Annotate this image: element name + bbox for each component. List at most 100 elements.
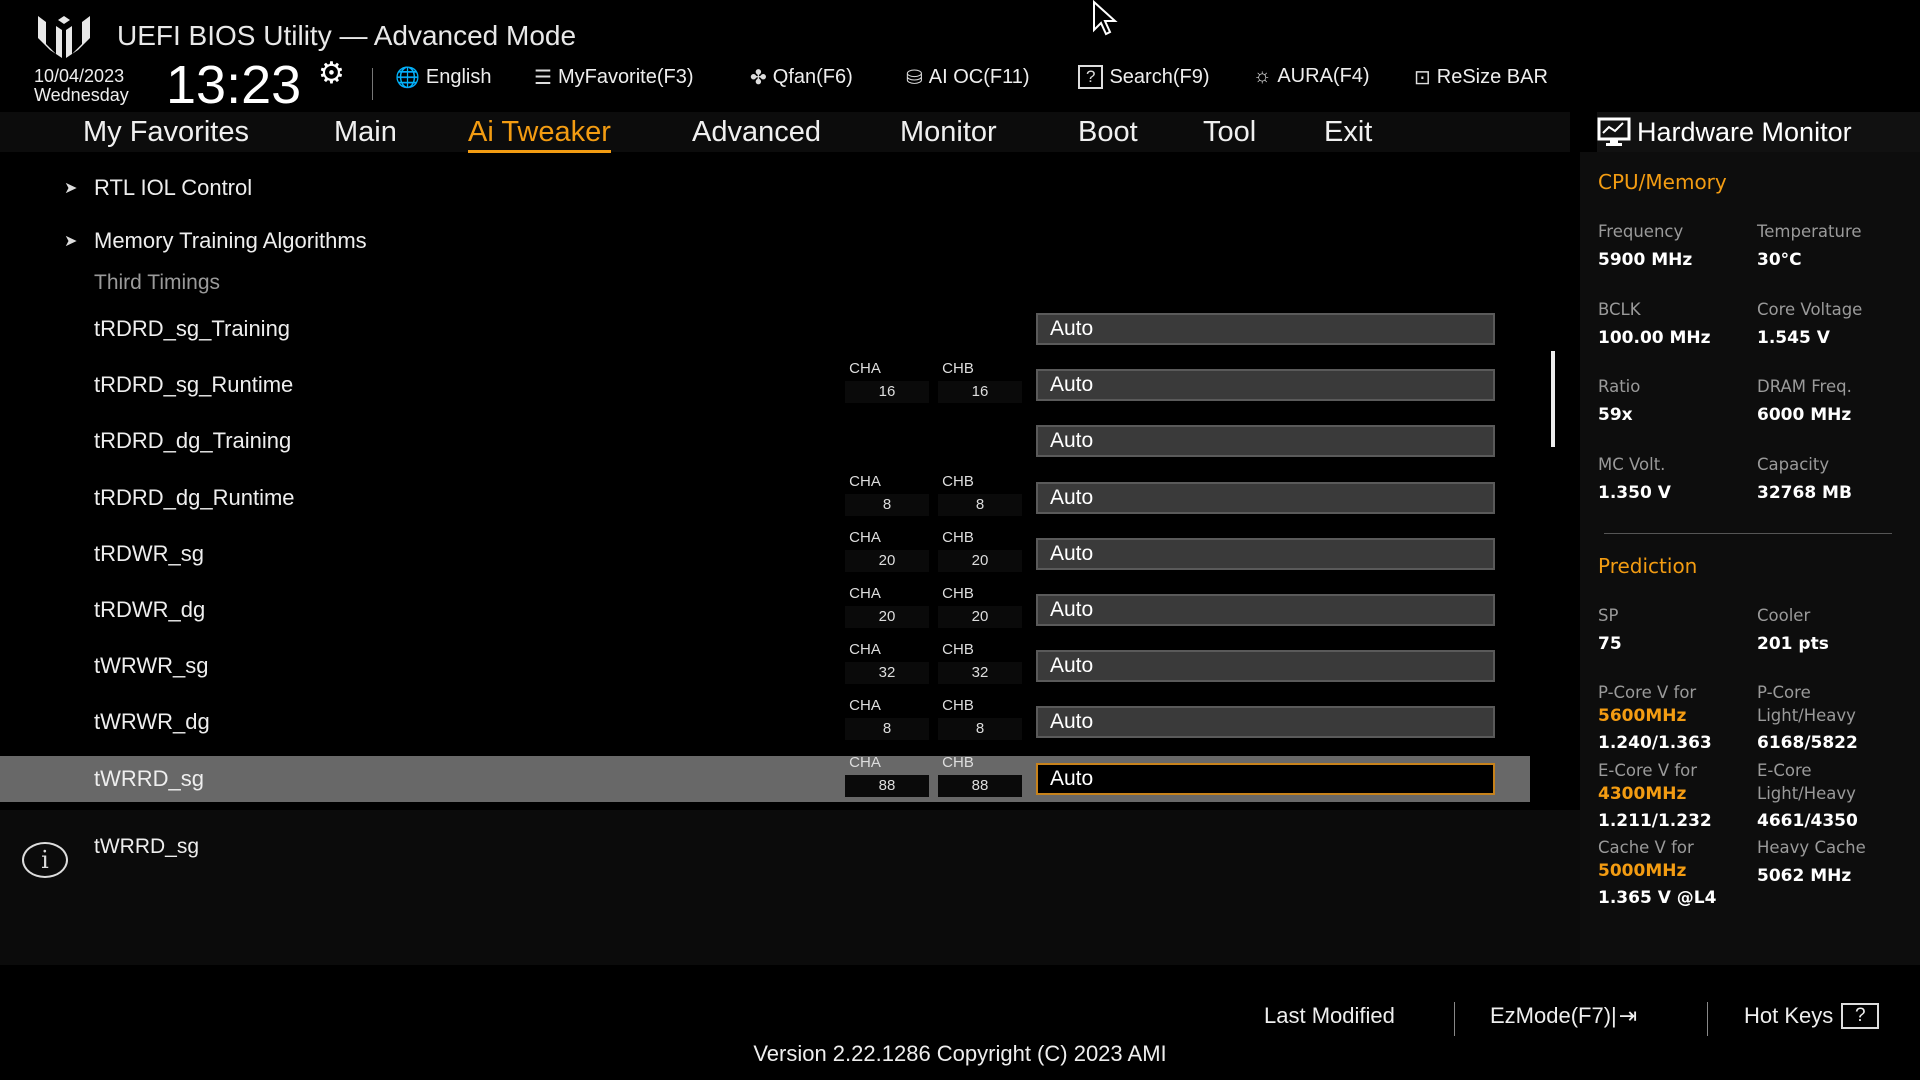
hw-label: Cooler [1757,606,1811,625]
setting-dropdown[interactable]: Auto [1036,313,1495,345]
cha-label: CHA [849,641,881,659]
hw-label: Cache V for [1598,838,1694,857]
toolbar-myfavorite-f3[interactable]: ☰ MyFavorite(F3) [534,65,694,90]
question-icon: ? [1841,1003,1880,1029]
gear-icon[interactable]: ⚙ [318,56,345,91]
tab-boot[interactable]: Boot [1078,116,1138,149]
cha-label: CHA [849,360,881,378]
chb-label: CHB [942,528,974,546]
clock: 13:23 [166,55,302,115]
setting-row[interactable]: tRDRD_sg_Training Auto [0,306,1530,352]
setting-dropdown[interactable]: Auto [1036,762,1495,795]
toolbar-search-f9[interactable]: ? Search(F9) [1078,65,1210,89]
version-text: Version 2.22.1286 Copyright (C) 2023 AMI [753,1041,1167,1066]
hw-label: Temperature [1757,222,1862,241]
cha-label: CHA [849,753,881,771]
setting-row[interactable]: tRDRD_dg_Training Auto [0,418,1530,464]
setting-row[interactable]: tWRWR_sg CHA CHB 32 32 Auto [0,641,1530,689]
hw-label: BCLK [1598,299,1641,319]
hw-value: 59x [1598,405,1633,425]
divider [1604,533,1892,534]
toolbar-ai-oc-f11[interactable]: ⛁ AI OC(F11) [906,65,1030,90]
chb-label: CHB [942,641,974,659]
globe-icon: 🌐 [395,67,420,89]
setting-row[interactable]: tRDRD_dg_Runtime CHA CHB 8 8 Auto [0,473,1530,521]
prediction-title: Prediction [1598,554,1698,578]
hw-label: E-Core [1757,761,1812,780]
chevron-right-icon: ➤ [64,180,78,197]
hotkeys-button[interactable]: Hot Keys? [1744,1003,1880,1029]
cpu-memory-title: CPU/Memory [1598,170,1727,194]
tab-monitor[interactable]: Monitor [900,116,997,149]
tab-ai-tweaker[interactable]: Ai Tweaker [468,116,611,153]
tab-exit[interactable]: Exit [1324,116,1372,149]
hw-value: 5062 MHz [1757,866,1852,886]
cha-label: CHA [849,585,881,602]
tab-tool[interactable]: Tool [1203,116,1256,149]
chevron-right-icon: ➤ [64,233,78,250]
chb-value: 20 [938,606,1022,628]
chb-label: CHB [942,360,974,378]
hw-label: Ratio [1598,377,1641,396]
setting-label: tRDWR_sg [94,540,205,566]
submenu-memory-training-algorithms[interactable]: Memory Training Algorithms [94,228,367,254]
hotkeys-label: Hot Keys [1744,1003,1834,1028]
setting-dropdown[interactable]: Auto [1036,425,1495,458]
ai-chip-icon: ⛁ [906,67,923,89]
hw-label: MC Volt. [1598,454,1666,474]
chb-value: 16 [938,381,1022,404]
cha-label: CHA [849,528,881,546]
hw-label: Heavy Cache [1757,838,1866,857]
search-help-icon: ? [1078,65,1104,89]
chb-label: CHB [942,753,974,771]
hw-label: P-Core V for [1598,683,1697,702]
setting-label: tWRWR_sg [94,653,209,679]
hw-value: 6000 MHz [1757,405,1852,425]
hw-label: Light/Heavy [1757,784,1856,803]
last-modified-button[interactable]: Last Modified [1264,1003,1395,1029]
setting-dropdown[interactable]: Auto [1036,481,1495,514]
hw-value: 100.00 MHz [1598,327,1711,348]
setting-dropdown[interactable]: Auto [1036,594,1495,626]
setting-label: tWRRD_sg [94,765,205,791]
scrollbar[interactable] [1551,351,1555,447]
toolbar-english[interactable]: 🌐 English [395,65,492,90]
setting-label: tRDRD_sg_Training [94,316,291,341]
setting-row[interactable]: tWRWR_dg CHA CHB 8 8 Auto [0,697,1530,745]
setting-dropdown[interactable]: Auto [1036,650,1495,683]
setting-dropdown[interactable]: Auto [1036,369,1495,402]
setting-row[interactable]: tRDRD_sg_Runtime CHA CHB 16 16 Auto [0,360,1530,408]
toolbar-label: English [425,66,492,88]
setting-dropdown[interactable]: Auto [1036,537,1495,570]
hw-label: P-Core [1757,683,1811,702]
chb-label: CHB [942,697,974,715]
toolbar-resize-bar[interactable]: ⊡ ReSize BAR [1414,65,1548,90]
hw-freq: 5600MHz [1598,706,1687,726]
weekday: Wednesday [34,85,129,105]
favorite-list-icon: ☰ [534,67,552,89]
tab-main[interactable]: Main [334,116,397,149]
tab-my-favorites[interactable]: My Favorites [83,116,249,149]
hw-value: 1.365 V @L4 [1598,888,1717,908]
ezmode-button[interactable]: EzMode(F7)| ⇥ [1490,1003,1637,1029]
hw-value: 4661/4350 [1757,811,1858,831]
setting-row[interactable]: tRDWR_sg CHA CHB 20 20 Auto [0,528,1530,577]
hw-value: 201 pts [1757,634,1829,654]
chb-value: 20 [938,549,1022,572]
exit-arrow-icon: ⇥ [1618,1003,1638,1028]
toolbar-aura-f4[interactable]: ☼ AURA(F4) [1253,65,1370,88]
submenu-rtl-iol-control[interactable]: RTL IOL Control [94,175,252,201]
chb-value: 32 [938,662,1022,685]
cha-value: 88 [845,774,929,797]
setting-dropdown[interactable]: Auto [1036,706,1495,739]
toolbar-label: AURA(F4) [1277,65,1370,87]
cha-value: 8 [845,493,929,516]
toolbar-label: AI OC(F11) [928,66,1030,88]
cha-value: 8 [845,718,929,741]
setting-row[interactable]: tWRRD_sg CHA CHB 88 88 Auto [0,753,1530,802]
toolbar-qfan-f6[interactable]: ✤ Qfan(F6) [750,65,853,90]
tab-advanced[interactable]: Advanced [692,116,821,149]
help-area [0,810,1580,965]
info-icon: i [22,842,68,878]
setting-row[interactable]: tRDWR_dg CHA CHB 20 20 Auto [0,585,1530,633]
